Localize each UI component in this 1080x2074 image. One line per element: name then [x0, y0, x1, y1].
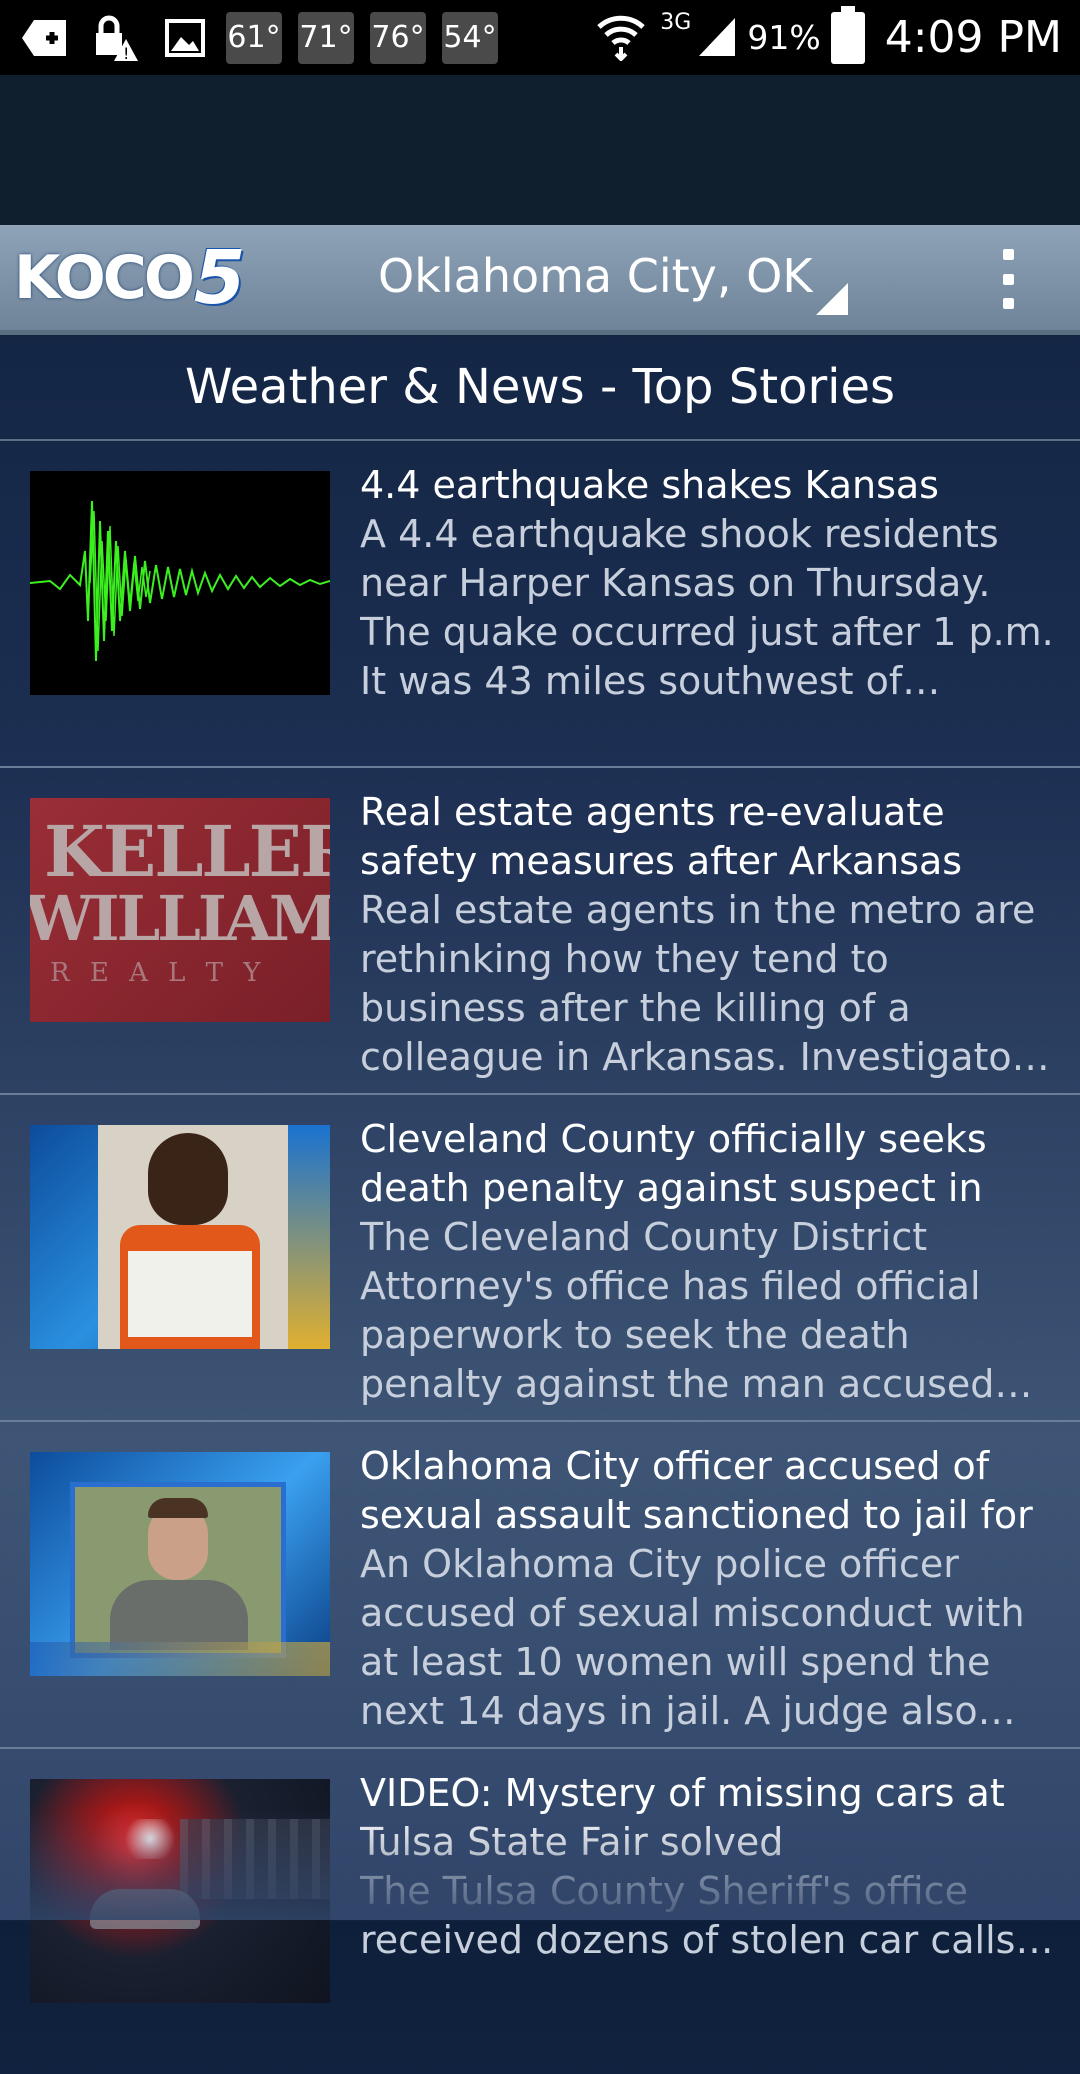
network-type: 3G	[660, 10, 692, 35]
top-blank-band	[0, 75, 1080, 225]
bottom-fade-overlay	[0, 1810, 1080, 1920]
story-title[interactable]: Cleveland County officially seeks death …	[360, 1115, 1060, 1213]
signal-icon	[697, 14, 737, 62]
status-bar-right: 3G 91% 4:09 PM	[596, 0, 1062, 75]
story-description: An Oklahoma City police officer accused …	[360, 1542, 1025, 1733]
keller-line3: R E A L T Y	[50, 958, 267, 988]
action-bar: KOCO 5 Oklahoma City, OK	[0, 225, 1080, 335]
story-item[interactable]: Cleveland County officially seeks death …	[0, 1095, 1080, 1422]
location-selector[interactable]: Oklahoma City, OK	[378, 249, 813, 303]
logo-text: KOCO	[14, 243, 195, 313]
keller-williams-sign-thumbnail: KELLER WILLIAMS R E A L T Y	[30, 798, 330, 1022]
story-title[interactable]: Oklahoma City officer accused of sexual …	[360, 1442, 1060, 1540]
wifi-icon	[596, 11, 646, 65]
story-title[interactable]: Real estate agents re-evaluate safety me…	[360, 788, 1060, 886]
status-clock: 4:09 PM	[884, 12, 1062, 63]
story-item[interactable]: KELLER WILLIAMS R E A L T Y Real estate …	[0, 768, 1080, 1095]
story-item[interactable]: Oklahoma City officer accused of sexual …	[0, 1422, 1080, 1749]
overflow-menu-icon[interactable]	[992, 249, 1024, 309]
svg-text:!: !	[123, 44, 129, 61]
status-bar: ! 61° 71° 76° 54° 3G 91% 4:09 PM	[0, 0, 1080, 75]
story-title[interactable]: 4.4 earthquake shakes Kansas	[360, 461, 1060, 510]
story-item[interactable]: 4.4 earthquake shakes Kansas A 4.4 earth…	[0, 441, 1080, 768]
battery-icon	[830, 5, 865, 64]
weather-temp-4: 54°	[442, 11, 498, 64]
lock-warning-icon: !	[90, 13, 140, 63]
officer-mugshot-thumbnail	[30, 1452, 330, 1676]
earthquake-seismograph-thumbnail	[30, 471, 330, 695]
weather-temp-2: 71°	[298, 11, 354, 64]
weather-temp-1: 61°	[226, 11, 282, 64]
section-title: Weather & News - Top Stories	[184, 359, 896, 415]
add-notification-icon	[20, 13, 70, 63]
section-header: Weather & News - Top Stories	[0, 335, 1080, 441]
logo-number: 5	[193, 235, 246, 321]
story-description: A 4.4 earthquake shook residents near Ha…	[360, 512, 1054, 703]
koco5-logo: KOCO 5	[14, 235, 245, 321]
location-dropdown-icon[interactable]	[816, 283, 848, 315]
weather-temp-3: 76°	[370, 11, 426, 64]
keller-line1: KELLER	[44, 810, 330, 893]
story-description: Real estate agents in the metro are reth…	[360, 888, 1048, 1079]
image-icon	[160, 13, 210, 63]
battery-percent: 91%	[747, 18, 821, 57]
keller-line2: WILLIAMS	[30, 882, 330, 955]
story-description: The Cleveland County District Attorney's…	[360, 1215, 995, 1406]
mugshot-thumbnail	[30, 1125, 330, 1349]
